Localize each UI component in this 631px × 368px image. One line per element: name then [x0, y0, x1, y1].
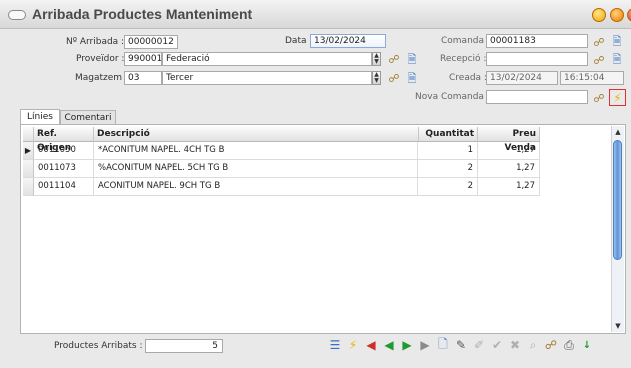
document-link-icon[interactable]: 🗎 — [610, 35, 624, 49]
table-cell-price[interactable]: 1,27 — [478, 142, 540, 160]
col-header-preu-venda[interactable]: Preu Venda — [478, 127, 540, 153]
generate-order-icon[interactable]: ⚡ — [609, 89, 626, 106]
sort-icon[interactable]: ↓ — [580, 338, 594, 352]
lookup-icon[interactable]: ☍ — [592, 36, 606, 50]
creada-date-field: 13/02/2024 — [486, 71, 558, 85]
row-selector[interactable] — [23, 178, 34, 196]
proveidor-label: Proveïdor : — [76, 54, 125, 64]
scroll-up-icon[interactable]: ▲ — [612, 126, 624, 138]
cancel-edit-icon[interactable]: ✐ — [472, 338, 486, 352]
edit-icon[interactable]: ✎ — [454, 338, 468, 352]
title-bar: Arribada Productes Manteniment — [0, 0, 631, 29]
delete-icon[interactable]: ✖ — [508, 338, 522, 352]
new-document-icon[interactable]: 🗋 — [436, 337, 450, 352]
table-cell-ref[interactable]: 0011050 — [34, 142, 94, 160]
productes-arribats-field: 5 — [145, 339, 223, 353]
recepcio-field[interactable] — [486, 52, 588, 66]
list-icon[interactable]: ☰ — [328, 338, 342, 352]
table-cell-desc[interactable]: ACONITUM NAPEL. 9CH TG B — [94, 178, 418, 196]
tab-comentari[interactable]: Comentari — [60, 110, 116, 125]
table-cell-qty[interactable]: 2 — [418, 178, 478, 196]
table-cell-qty[interactable]: 2 — [418, 160, 478, 178]
table-cell-ref[interactable]: 0011073 — [34, 160, 94, 178]
spin-down-icon: ▼ — [374, 58, 379, 65]
scroll-thumb[interactable] — [613, 140, 622, 260]
document-icon[interactable]: 🗎 — [405, 72, 419, 86]
proveidor-code-field[interactable]: 990001 — [124, 52, 162, 66]
print-icon[interactable]: ⎙ — [562, 338, 576, 352]
nova-comanda-label: Nova Comanda : — [415, 92, 490, 102]
document-icon[interactable]: 🗎 — [405, 53, 419, 67]
num-arribada-field[interactable]: 00000012 — [124, 35, 178, 49]
maximize-button[interactable] — [627, 8, 631, 22]
recepcio-label: Recepció : — [440, 54, 487, 64]
window-title: Arribada Productes Manteniment — [32, 6, 253, 22]
num-arribada-label: Nº Arribada : — [66, 37, 125, 47]
close-button[interactable] — [610, 8, 624, 22]
minimize-button[interactable] — [592, 8, 606, 22]
data-label: Data : — [285, 36, 313, 46]
magatzem-name-field[interactable]: Tercer — [162, 71, 372, 85]
col-header-ref-origen[interactable]: Ref. Origen — [34, 127, 94, 153]
row-selector[interactable] — [23, 160, 34, 178]
wand-icon[interactable]: ⚡ — [346, 338, 360, 352]
table-cell-qty[interactable]: 1 — [418, 142, 478, 160]
proveidor-name-field[interactable]: Federació — [162, 52, 372, 66]
lookup-icon[interactable]: ☍ — [592, 92, 606, 106]
table-cell-desc[interactable]: *ACONITUM NAPEL. 4CH TG B — [94, 142, 418, 160]
next-record-icon[interactable]: ▶ — [400, 338, 414, 352]
document-link-icon[interactable]: 🗎 — [610, 53, 624, 67]
lookup-icon[interactable]: ☍ — [544, 338, 558, 352]
lines-grid-panel: Ref. Origen Descripció Quantitat Preu Ve… — [20, 124, 626, 334]
grid-row-header — [23, 127, 34, 142]
lookup-icon[interactable]: ☍ — [592, 54, 606, 68]
data-field[interactable]: 13/02/2024 — [310, 34, 386, 48]
nova-comanda-field[interactable] — [486, 90, 588, 104]
row-selector[interactable]: ▶ — [23, 142, 34, 160]
comanda-label: Comanda : — [441, 36, 490, 46]
table-cell-ref[interactable]: 0011104 — [34, 178, 94, 196]
lookup-icon[interactable]: ☍ — [387, 72, 401, 86]
tab-linies[interactable]: Línies — [20, 109, 60, 125]
creada-label: Creada : — [449, 73, 487, 83]
search-icon[interactable]: ⌕ — [526, 338, 540, 352]
scroll-down-icon[interactable]: ▼ — [612, 320, 624, 332]
table-cell-price[interactable]: 1,27 — [478, 160, 540, 178]
magatzem-label: Magatzem : — [75, 73, 128, 83]
lookup-icon[interactable]: ☍ — [387, 53, 401, 67]
confirm-icon[interactable]: ✔ — [490, 338, 504, 352]
last-record-icon[interactable]: ▶ — [418, 338, 432, 352]
window-pill-icon[interactable] — [8, 10, 26, 20]
creada-time-field: 16:15:04 — [560, 71, 624, 85]
row-pointer-icon: ▶ — [24, 146, 32, 155]
first-record-icon[interactable]: ◀ — [364, 338, 378, 352]
proveidor-spinner[interactable]: ▲ ▼ — [372, 52, 381, 66]
table-cell-desc[interactable]: %ACONITUM NAPEL. 5CH TG B — [94, 160, 418, 178]
col-header-quantitat[interactable]: Quantitat — [418, 127, 478, 142]
vertical-scrollbar[interactable]: ▲ ▼ — [611, 126, 624, 332]
comanda-field[interactable]: 00001183 — [486, 34, 588, 48]
magatzem-spinner[interactable]: ▲ ▼ — [372, 71, 381, 85]
magatzem-code-field[interactable]: 03 — [124, 71, 162, 85]
productes-arribats-label: Productes Arribats : — [54, 341, 143, 351]
spin-down-icon: ▼ — [374, 77, 379, 84]
table-cell-price[interactable]: 1,27 — [478, 178, 540, 196]
previous-record-icon[interactable]: ◀ — [382, 338, 396, 352]
